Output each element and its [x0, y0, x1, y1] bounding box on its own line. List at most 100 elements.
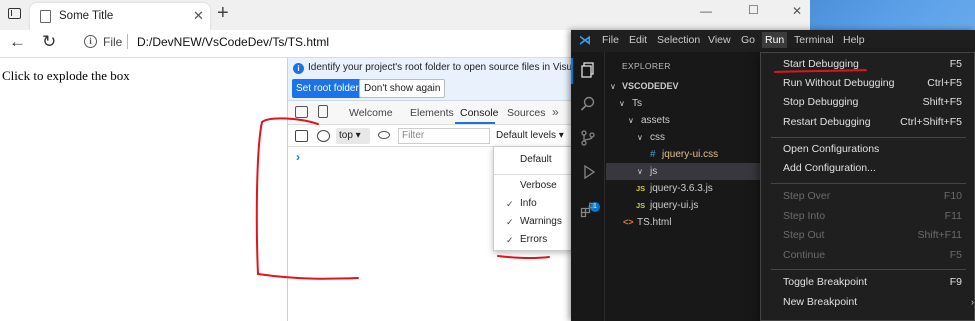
menu-item-step-into[interactable]: Step Into F11: [761, 206, 975, 226]
menu-item-add-configuration[interactable]: Add Configuration...: [761, 158, 975, 178]
address-scheme: File: [103, 35, 123, 49]
context-select[interactable]: top ▾: [336, 128, 370, 144]
tree-label: TS.html: [637, 217, 672, 228]
new-tab-icon[interactable]: +: [217, 2, 229, 25]
levels-verbose-item[interactable]: Verbose: [494, 177, 574, 195]
console-prompt[interactable]: ›: [296, 150, 300, 164]
menu-item-shortcut: F9: [949, 276, 962, 288]
warnings-label: Warnings: [520, 216, 562, 227]
devtools-tabs: Welcome Elements Console Sources »: [288, 101, 578, 125]
tree-label: css: [650, 132, 665, 143]
menu-item-continue[interactable]: Continue F5: [761, 245, 975, 265]
filter-input[interactable]: Filter: [398, 128, 490, 144]
menu-help[interactable]: Help: [843, 34, 865, 46]
tab-elements[interactable]: Elements: [410, 107, 454, 119]
chevron-down-icon: ∨: [628, 116, 634, 125]
tree-label: VSCODEDEV: [622, 81, 679, 91]
levels-warnings-item[interactable]: ✓ Warnings: [494, 213, 574, 231]
menu-item-label: Step Out: [783, 229, 825, 241]
device-toolbar-icon[interactable]: [318, 105, 328, 118]
menu-item-label: Step Into: [783, 210, 826, 222]
menu-file[interactable]: File: [602, 34, 619, 46]
back-icon[interactable]: ←: [9, 32, 26, 52]
js-file-icon: JS: [636, 201, 646, 210]
menu-terminal[interactable]: Terminal: [794, 34, 834, 46]
devtools-infobar: i Identify your project's root folder to…: [288, 58, 598, 101]
menu-item-label: Stop Debugging: [783, 96, 859, 108]
menu-item-shortcut: F10: [943, 190, 962, 202]
refresh-icon[interactable]: ↻: [42, 32, 56, 52]
source-control-icon[interactable]: [580, 130, 596, 146]
levels-default-item[interactable]: Default: [494, 151, 574, 169]
menu-item-stop-debugging[interactable]: Stop Debugging Shift+F5: [761, 92, 975, 112]
explorer-title: EXPLORER: [622, 61, 671, 71]
explorer-sidebar: EXPLORER ∨ VSCODEDEV ∨ Ts ∨ assets ∨ css # jq…: [606, 52, 761, 321]
menu-item-run-without-debugging[interactable]: Run Without Debugging Ctrl+F5: [761, 73, 975, 93]
tree-file-jquery-ui-js[interactable]: JS jquery-ui.js: [606, 197, 761, 214]
tree-label: Ts: [632, 98, 642, 109]
menu-item-new-breakpoint[interactable]: New Breakpoint ›: [761, 292, 975, 312]
sidebar-toggle-icon[interactable]: [295, 130, 308, 142]
eye-icon[interactable]: [378, 131, 390, 139]
menu-view[interactable]: View: [708, 34, 731, 46]
menu-item-shortcut: Shift+F5: [922, 96, 962, 108]
tree-label: jquery-ui.css: [662, 149, 719, 160]
close-window-icon[interactable]: ✕: [792, 4, 802, 18]
menu-selection[interactable]: Selection: [657, 34, 700, 46]
set-root-folder-button[interactable]: Set root folder: [292, 79, 363, 98]
tab-console[interactable]: Console: [460, 107, 499, 119]
run-menu: Start Debugging F5 Run Without Debugging C…: [760, 52, 975, 321]
menu-go[interactable]: Go: [741, 34, 755, 46]
levels-dropdown[interactable]: Default levels ▾: [496, 130, 564, 141]
window-menu-icon[interactable]: [8, 8, 21, 19]
browser-tab[interactable]: Some Title ✕: [30, 3, 210, 30]
tree-folder-css[interactable]: ∨ css: [606, 129, 761, 146]
tree-folder-js[interactable]: ∨ js: [606, 163, 761, 180]
clear-console-icon[interactable]: [317, 130, 330, 142]
tree-file-jquery[interactable]: JS jquery-3.6.3.js: [606, 180, 761, 197]
html-file-icon: <>: [623, 217, 634, 227]
menu-item-step-out[interactable]: Step Out Shift+F11: [761, 225, 975, 245]
close-icon[interactable]: ✕: [193, 8, 204, 24]
inspect-icon[interactable]: [295, 106, 308, 118]
menu-item-restart-debugging[interactable]: Restart Debugging Ctrl+Shift+F5: [761, 112, 975, 132]
extensions-icon[interactable]: [580, 202, 596, 218]
levels-info-item[interactable]: ✓ Info: [494, 195, 574, 213]
tree-label: assets: [641, 115, 670, 126]
dont-show-again-button[interactable]: Don't show again: [359, 79, 446, 98]
tree-folder-ts[interactable]: ∨ Ts: [606, 95, 761, 112]
maximize-icon[interactable]: ☐: [748, 3, 759, 17]
menu-item-shortcut: Ctrl+F5: [927, 77, 962, 89]
errors-label: Errors: [520, 234, 548, 245]
minimize-icon[interactable]: —: [700, 4, 712, 18]
search-icon[interactable]: [580, 96, 596, 112]
tree-folder-assets[interactable]: ∨ assets: [606, 112, 761, 129]
tab-welcome[interactable]: Welcome: [349, 107, 393, 119]
levels-menu: Default Verbose ✓ Info ✓ Warnings ✓ Errors: [493, 146, 574, 251]
menu-item-label: Add Configuration...: [783, 162, 876, 174]
tree-label: jquery-3.6.3.js: [650, 183, 713, 194]
menu-divider: [771, 137, 966, 138]
menu-item-start-debugging[interactable]: Start Debugging F5: [761, 54, 975, 74]
more-tabs-icon[interactable]: »: [552, 105, 559, 119]
menu-item-toggle-breakpoint[interactable]: Toggle Breakpoint F9: [761, 272, 975, 292]
address-bar[interactable]: D:/DevNEW/VsCodeDev/Ts/TS.html: [137, 35, 329, 49]
explorer-icon[interactable]: [580, 62, 596, 78]
menu-item-shortcut: F5: [949, 58, 962, 70]
menu-item-step-over[interactable]: Step Over F10: [761, 186, 975, 206]
tree-root[interactable]: ∨ VSCODEDEV: [606, 78, 761, 95]
verbose-label: Verbose: [520, 180, 557, 191]
menu-item-open-configurations[interactable]: Open Configurations: [761, 139, 975, 159]
menu-divider: [494, 174, 574, 175]
info-icon[interactable]: i: [84, 35, 97, 48]
tab-sources[interactable]: Sources: [507, 107, 546, 119]
tree-file-ts-html[interactable]: <> TS.html: [606, 214, 761, 231]
tree-file-jquery-ui-css[interactable]: # jquery-ui.css: [606, 146, 761, 163]
menu-edit[interactable]: Edit: [629, 34, 647, 46]
levels-errors-item[interactable]: ✓ Errors: [494, 231, 574, 249]
menu-run[interactable]: Run: [762, 32, 788, 48]
run-debug-icon[interactable]: [580, 164, 596, 180]
explode-text[interactable]: Click to explode the box: [2, 68, 130, 84]
check-icon: ✓: [506, 235, 514, 245]
page-icon: [40, 10, 51, 23]
